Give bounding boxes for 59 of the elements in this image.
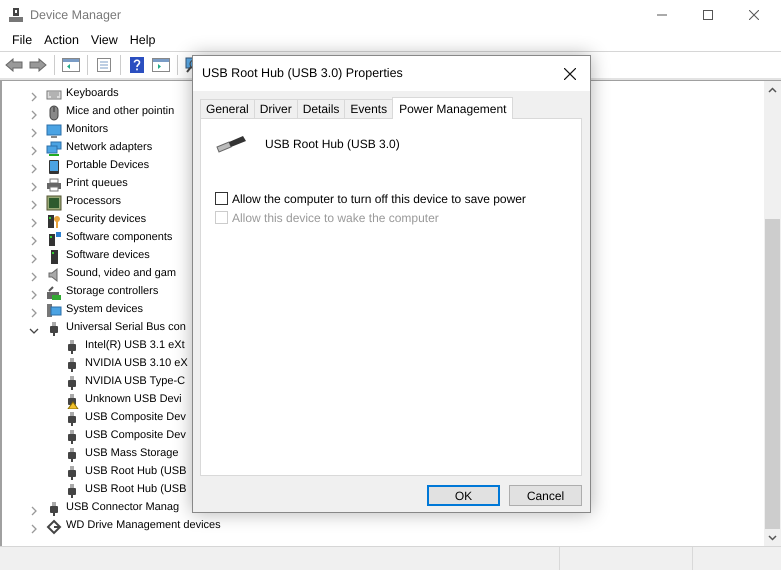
tree-item[interactable]: Portable Devices — [66, 156, 150, 174]
tree-item[interactable]: NVIDIA USB 3.10 eX — [85, 354, 188, 372]
checkbox-label: Allow the computer to turn off this device to save power — [232, 190, 526, 208]
tree-item[interactable]: USB Composite Dev — [85, 408, 186, 426]
tree-item[interactable]: USB Mass Storage — [85, 444, 179, 462]
device-component-icon — [46, 229, 62, 245]
chip-icon — [46, 193, 62, 209]
up-caret-icon — [768, 86, 777, 92]
console-tree-button[interactable] — [61, 55, 81, 75]
tree-item[interactable]: Network adapters — [66, 138, 152, 156]
tree-item[interactable]: Universal Serial Bus con — [66, 318, 186, 336]
close-icon — [749, 10, 759, 20]
tablet-icon — [46, 157, 62, 173]
device-manager-icon — [8, 7, 24, 23]
tree-item[interactable]: Monitors — [66, 120, 108, 138]
properties-button[interactable] — [94, 55, 114, 75]
window-title: Device Manager — [30, 6, 122, 24]
tree-item[interactable]: Keyboards — [66, 84, 119, 102]
usb-plug-icon — [215, 133, 247, 153]
drive-connector-icon — [46, 517, 62, 533]
tree-item[interactable]: Security devices — [66, 210, 146, 228]
tree-item[interactable]: Intel(R) USB 3.1 eXt — [85, 336, 185, 354]
tree-item[interactable]: USB Connector Manag — [66, 498, 180, 516]
maximize-icon — [703, 10, 713, 20]
menu-item[interactable]: View — [84, 31, 124, 50]
dialog-title: USB Root Hub (USB 3.0) Properties — [202, 65, 403, 82]
down-caret-icon — [768, 534, 777, 540]
scrollbar-thumb[interactable] — [765, 219, 780, 529]
action-pane-button[interactable] — [151, 55, 171, 75]
tree-item[interactable]: Mice and other pointin — [66, 102, 174, 120]
menu-item[interactable]: Help — [124, 31, 162, 50]
tree-item[interactable]: WD Drive Management devices — [66, 516, 221, 534]
tab[interactable]: Power Management — [392, 97, 514, 119]
tree-item[interactable]: NVIDIA USB Type-C — [85, 372, 186, 390]
tab[interactable]: General — [200, 99, 255, 118]
tree-item[interactable]: Storage controllers — [66, 282, 158, 300]
tree-item[interactable]: Print queues — [66, 174, 128, 192]
tree-item[interactable]: Unknown USB Devi — [85, 390, 182, 408]
tree-item[interactable]: Software components — [66, 228, 172, 246]
checkbox[interactable] — [215, 192, 228, 205]
dialog-button[interactable]: Cancel — [509, 485, 582, 506]
tree-item[interactable]: USB Root Hub (USB — [85, 462, 186, 480]
tree-item[interactable]: Software devices — [66, 246, 150, 264]
close-icon — [564, 68, 576, 80]
tree-item[interactable]: Processors — [66, 192, 122, 210]
device-name: USB Root Hub (USB 3.0) — [265, 136, 400, 153]
tree-item[interactable]: USB Composite Dev — [85, 426, 186, 444]
menu-item[interactable]: File — [6, 31, 38, 50]
help-button[interactable] — [127, 55, 147, 75]
network-icon — [46, 139, 62, 155]
tree-item[interactable]: System devices — [66, 300, 144, 318]
dialog-button[interactable]: OK — [427, 485, 500, 506]
tree-item[interactable]: USB Root Hub (USB — [85, 480, 186, 498]
computer-icon — [46, 301, 62, 317]
checkbox-label: Allow this device to wake the computer — [232, 210, 439, 226]
tree-item[interactable]: Sound, video and gam — [66, 264, 176, 282]
menu-item[interactable]: Action — [38, 31, 85, 50]
back-button[interactable] — [4, 55, 24, 75]
forward-button[interactable] — [28, 55, 48, 75]
